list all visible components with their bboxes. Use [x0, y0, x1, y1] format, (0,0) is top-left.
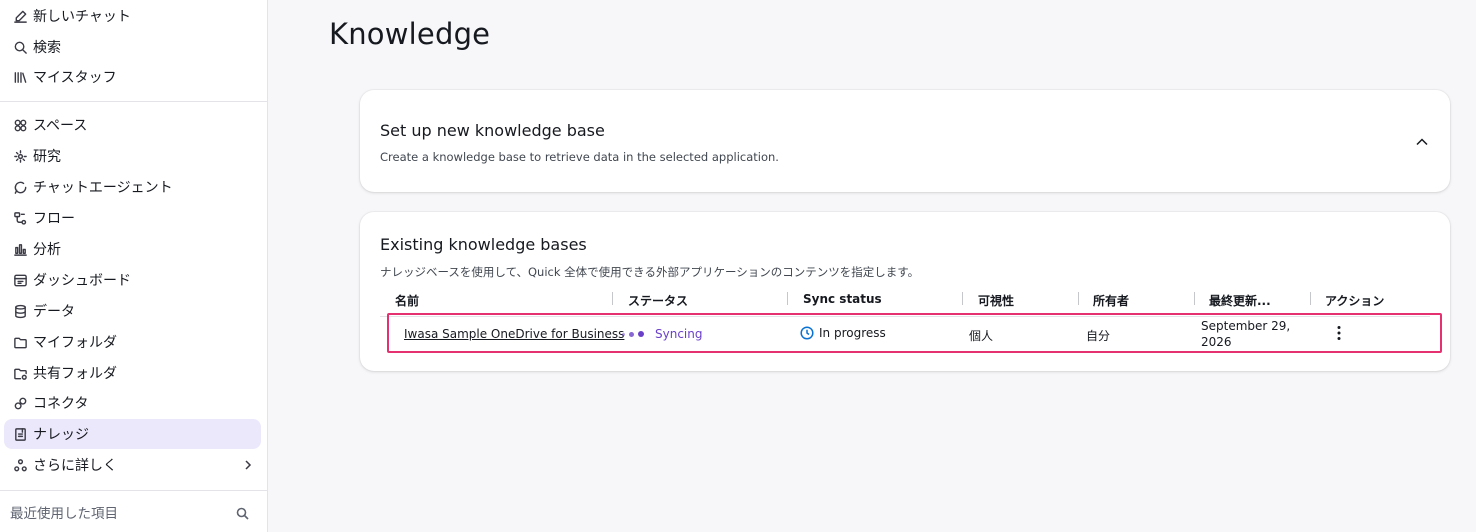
analytics-icon — [12, 241, 28, 257]
spaces-icon — [12, 117, 28, 133]
column-separator — [1310, 292, 1311, 305]
chevron-right-icon — [241, 458, 255, 472]
last-updated-line2: 2026 — [1201, 335, 1232, 349]
sync-status: In progress — [800, 326, 886, 340]
sidebar-item-dashboards[interactable]: ダッシュボード — [4, 265, 261, 295]
sidebar-item-more[interactable]: さらに詳しく — [4, 450, 261, 480]
sidebar-item-my-stuff[interactable]: マイスタッフ — [4, 62, 261, 92]
sidebar-item-label: 共有フォルダ — [33, 366, 117, 382]
sidebar-item-label: コネクタ — [33, 396, 89, 412]
existing-knowledge-bases-card: Existing knowledge bases ナレッジベースを使用して、Qu… — [360, 212, 1450, 371]
sidebar-item-label: 分析 — [33, 242, 61, 258]
shared-folder-icon — [12, 365, 28, 381]
column-separator — [787, 292, 788, 305]
dashboard-icon — [12, 272, 28, 288]
sidebar-item-label: ダッシュボード — [33, 273, 131, 289]
recent-items-label: 最近使用した項目 — [10, 505, 118, 522]
status-text: Syncing — [655, 327, 703, 341]
sidebar-item-label: フロー — [33, 211, 75, 227]
database-icon — [12, 303, 28, 319]
owner-value: 自分 — [1086, 329, 1111, 343]
sidebar-item-label: 新しいチャット — [33, 9, 131, 25]
column-separator — [1078, 292, 1079, 305]
sync-status-text: In progress — [819, 326, 886, 340]
connector-icon — [12, 395, 28, 411]
sidebar-item-label: マイスタッフ — [33, 70, 117, 86]
sidebar-item-label: チャットエージェント — [33, 180, 173, 196]
sidebar-item-label: ナレッジ — [33, 427, 89, 443]
knowledge-icon — [12, 426, 28, 442]
recent-items-section[interactable]: 最近使用した項目 — [0, 490, 267, 532]
knowledge-base-name-link[interactable]: Iwasa Sample OneDrive for Business — [404, 327, 624, 341]
sidebar-item-label: スペース — [33, 118, 88, 134]
column-separator — [612, 292, 613, 305]
more-actions-icon[interactable] — [1331, 324, 1347, 342]
column-separator — [962, 292, 963, 305]
edit-icon — [12, 8, 28, 24]
column-header-name[interactable]: 名前 — [395, 292, 419, 308]
sidebar-item-my-folders[interactable]: マイフォルダ — [4, 327, 261, 357]
sidebar-item-spaces[interactable]: スペース — [4, 110, 261, 140]
more-icon — [12, 457, 28, 473]
sidebar-item-data[interactable]: データ — [4, 296, 261, 326]
sidebar-item-chat-agents[interactable]: チャットエージェント — [4, 172, 261, 202]
library-icon — [12, 69, 28, 85]
sidebar-item-label: 検索 — [33, 40, 61, 56]
setup-knowledge-base-card: Set up new knowledge base Create a knowl… — [360, 90, 1450, 192]
research-icon — [12, 148, 28, 164]
last-updated-value: September 29, 2026 — [1201, 318, 1290, 350]
status-indicator: Syncing — [622, 327, 702, 341]
column-separator — [1194, 292, 1195, 305]
sidebar-item-search[interactable]: 検索 — [4, 32, 261, 62]
sidebar-item-label: データ — [33, 304, 75, 320]
chat-agent-icon — [12, 179, 28, 195]
sidebar-item-research[interactable]: 研究 — [4, 141, 261, 171]
sidebar: 新しいチャット 検索 マイスタッフ スペース 研究 チャットエージェント フロー… — [0, 0, 268, 532]
syncing-dots-icon — [622, 331, 648, 337]
sidebar-item-label: マイフォルダ — [33, 335, 117, 351]
card-title: Set up new knowledge base — [380, 121, 605, 140]
clock-icon — [800, 326, 814, 340]
sidebar-item-label: 研究 — [33, 149, 61, 165]
visibility-value: 個人 — [969, 329, 994, 343]
column-header-actions: アクション — [1325, 294, 1385, 308]
folder-icon — [12, 334, 28, 350]
sidebar-item-analytics[interactable]: 分析 — [4, 234, 261, 264]
card-description: Create a knowledge base to retrieve data… — [380, 150, 779, 164]
sidebar-divider — [0, 101, 267, 102]
table-row: Iwasa Sample OneDrive for Business Synci… — [387, 313, 1442, 353]
page-title: Knowledge — [329, 17, 491, 51]
flow-icon — [12, 210, 28, 226]
column-header-last-updated[interactable]: 最終更新... — [1209, 292, 1271, 308]
column-header-owner[interactable]: 所有者 — [1093, 292, 1129, 308]
sidebar-item-label: さらに詳しく — [33, 458, 117, 474]
sidebar-item-connectors[interactable]: コネクタ — [4, 388, 261, 418]
column-header-sync-status[interactable]: Sync status — [803, 292, 882, 306]
card-title: Existing knowledge bases — [380, 235, 587, 254]
sidebar-item-new-chat[interactable]: 新しいチャット — [4, 1, 261, 31]
column-header-visibility[interactable]: 可視性 — [978, 292, 1014, 308]
column-header-status[interactable]: ステータス — [628, 292, 688, 308]
sidebar-item-shared-folders[interactable]: 共有フォルダ — [4, 358, 261, 388]
chevron-up-icon[interactable] — [1414, 134, 1430, 150]
sidebar-item-knowledge[interactable]: ナレッジ — [4, 419, 261, 449]
sidebar-item-flows[interactable]: フロー — [4, 203, 261, 233]
search-icon — [12, 39, 28, 55]
search-icon[interactable] — [236, 507, 249, 520]
card-description: ナレッジベースを使用して、Quick 全体で使用できる外部アプリケーションのコン… — [380, 265, 920, 279]
last-updated-line1: September 29, — [1201, 319, 1291, 333]
